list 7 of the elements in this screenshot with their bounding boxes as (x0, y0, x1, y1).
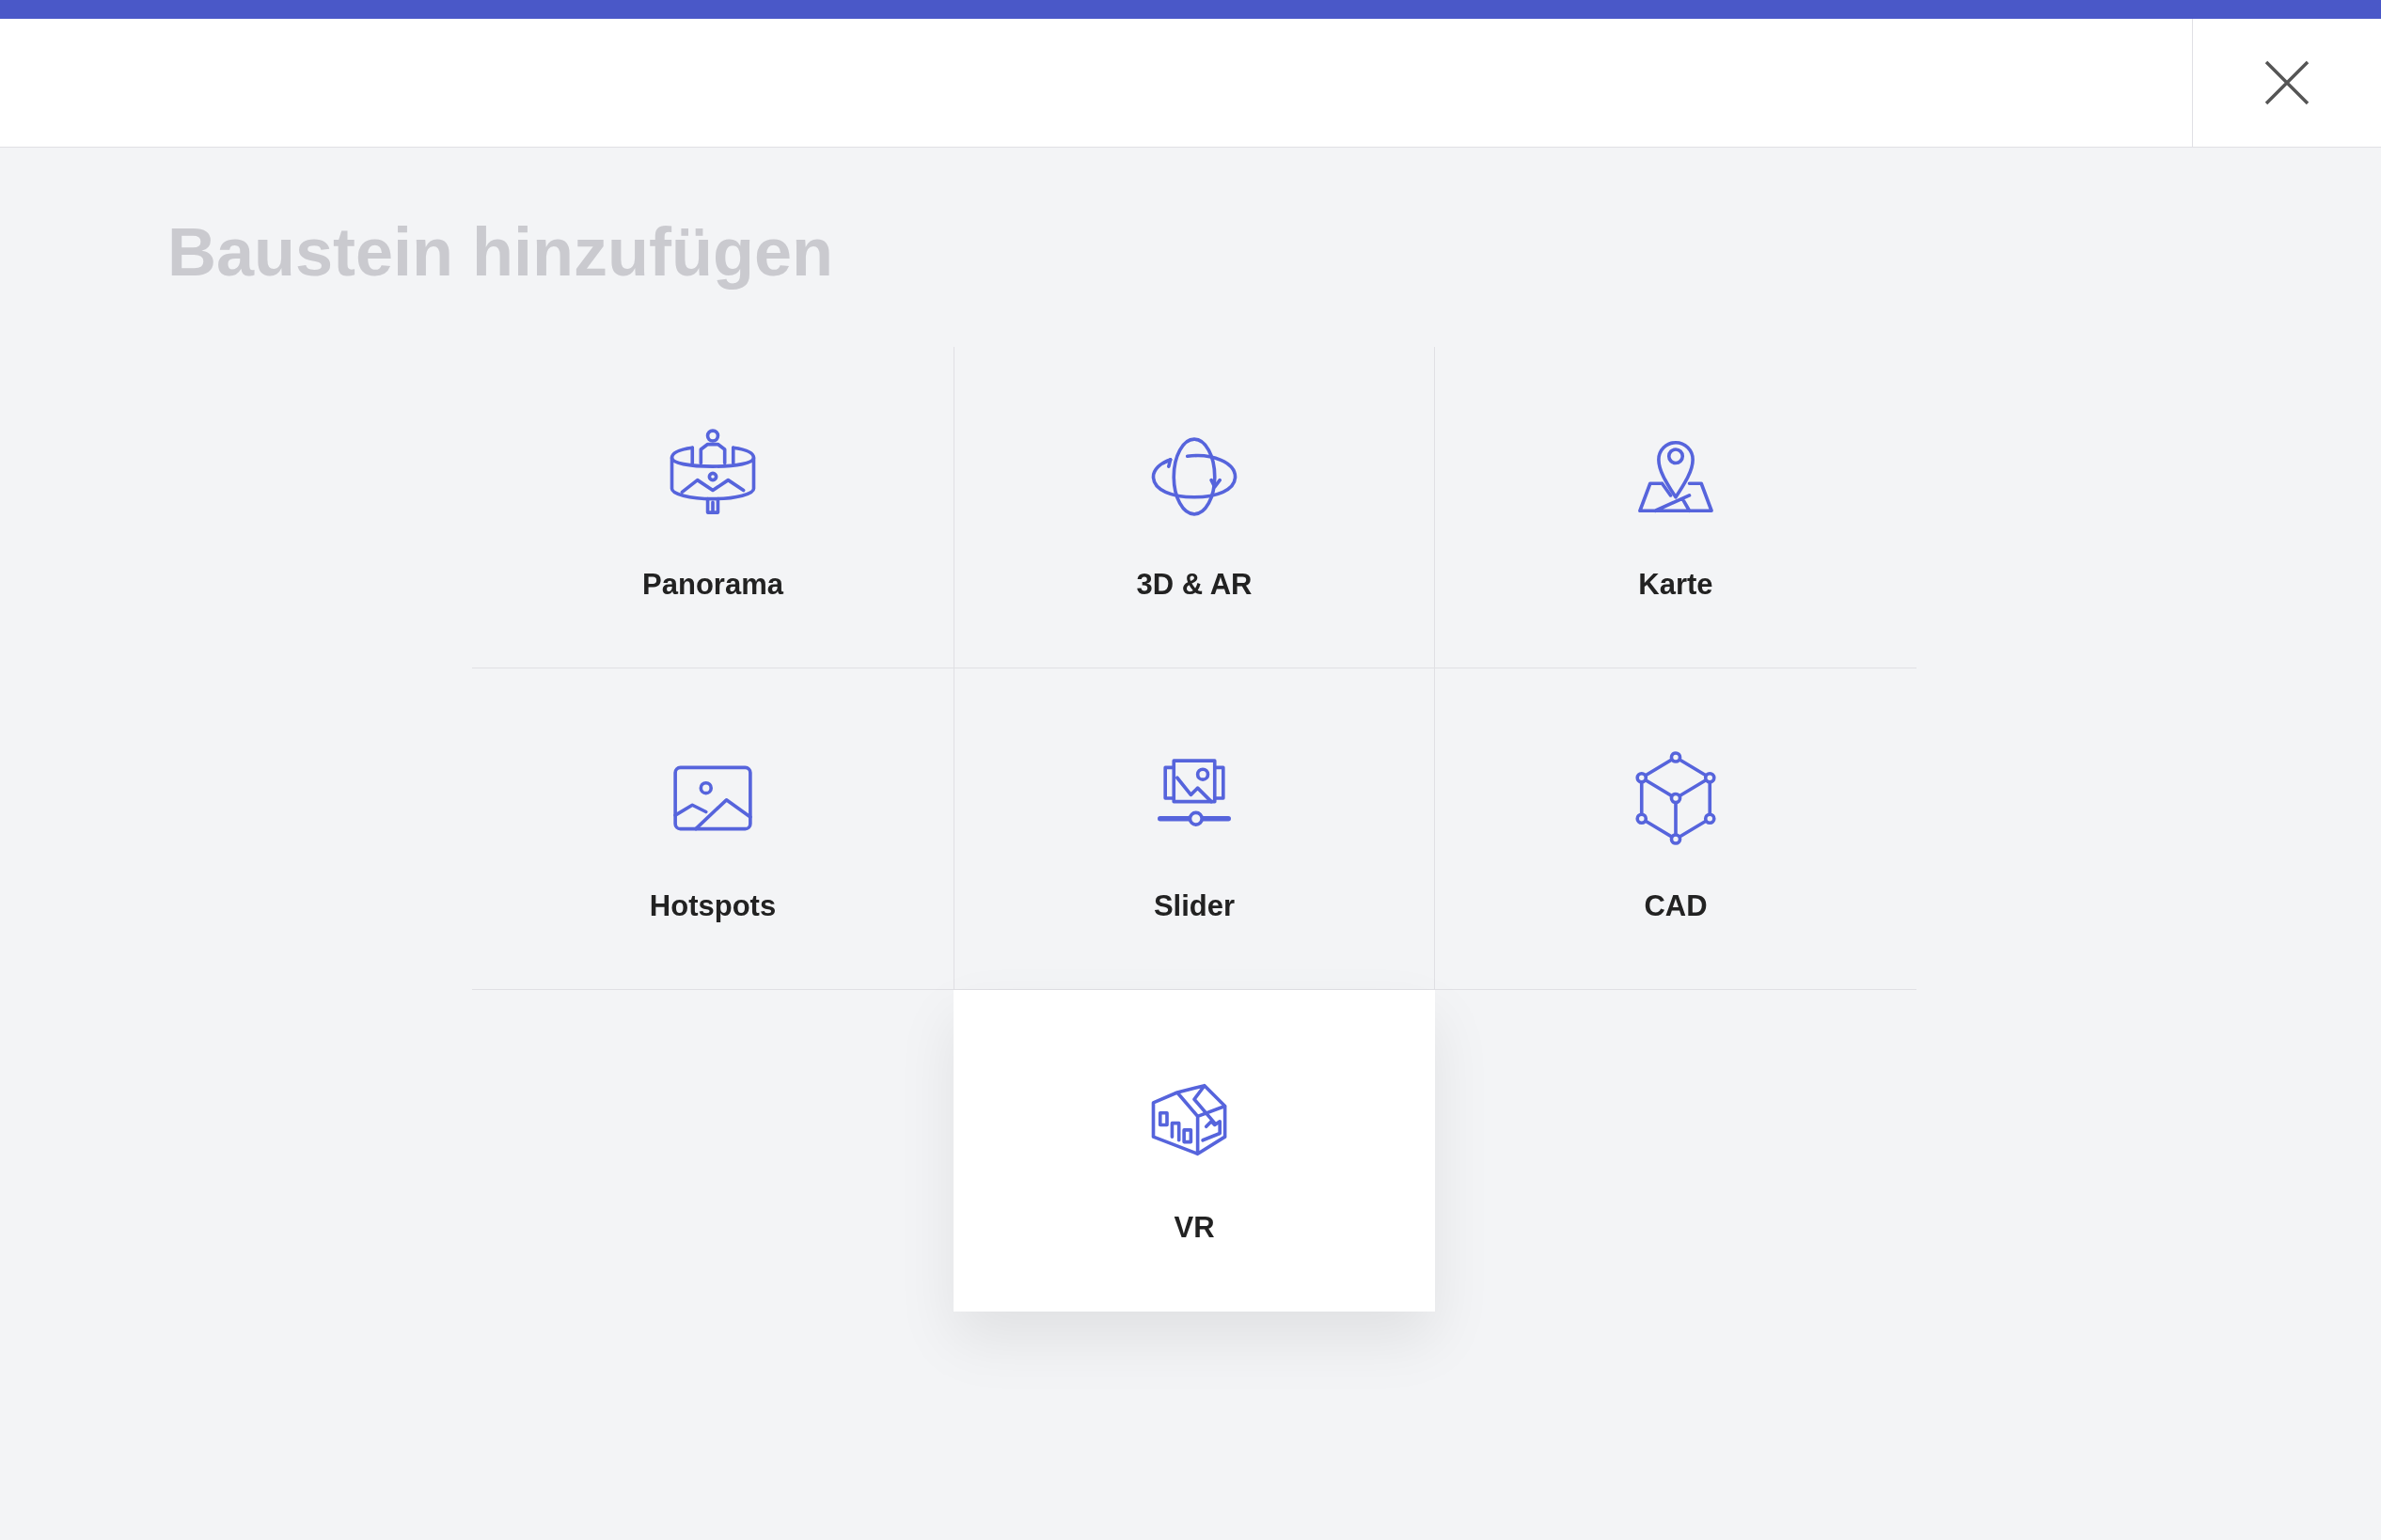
block-tile[interactable]: VR (954, 990, 1435, 1312)
block-tile[interactable]: Karte (1435, 347, 1916, 668)
close-icon (2263, 59, 2310, 106)
block-tile[interactable]: Panorama (472, 347, 954, 668)
block-tile[interactable]: CAD (1435, 668, 1916, 990)
block-tile[interactable]: Hotspots (472, 668, 954, 990)
block-tile[interactable]: 3D & AR (954, 347, 1435, 668)
